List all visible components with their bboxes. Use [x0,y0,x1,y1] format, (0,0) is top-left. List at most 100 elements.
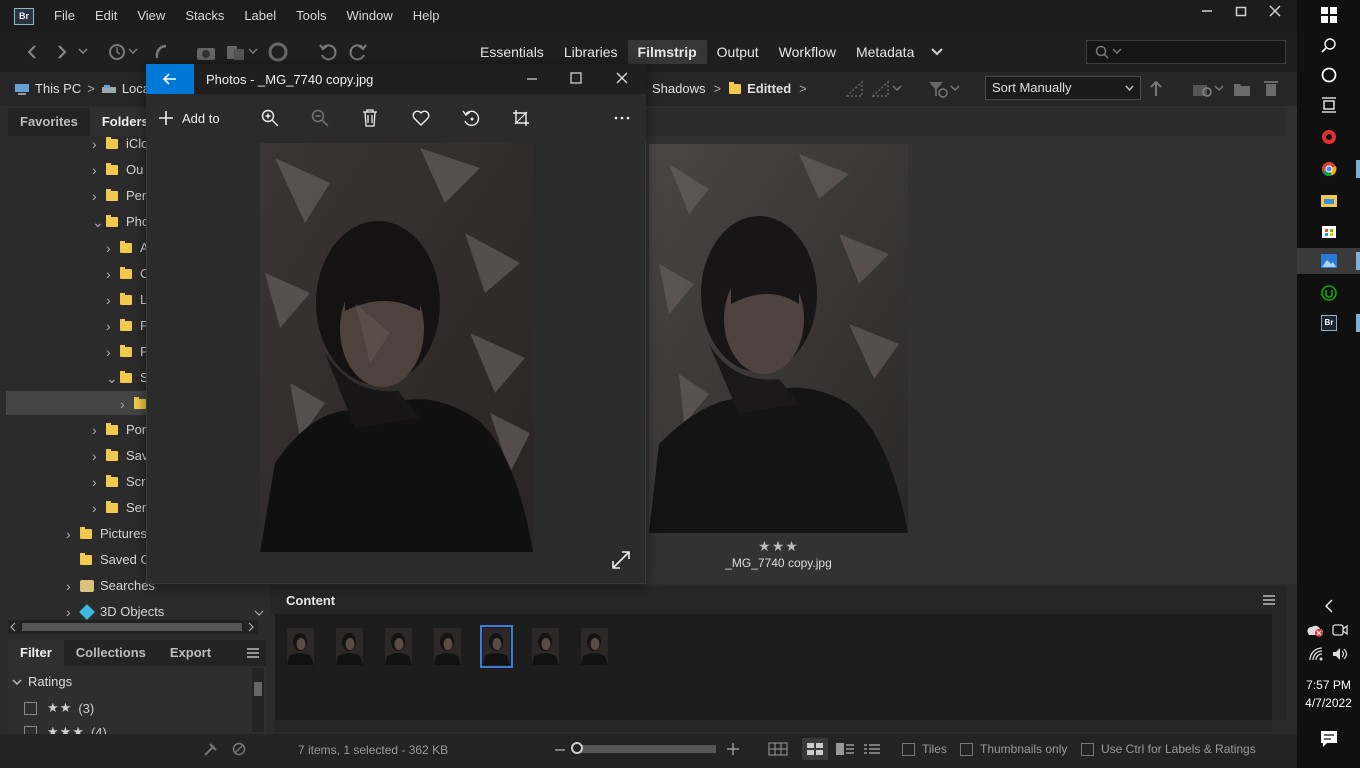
show-hidden-icons-button[interactable] [1319,596,1339,616]
taskbar-chrome[interactable] [1319,159,1339,179]
pin-icon[interactable] [202,742,218,758]
tab-filter[interactable]: Filter [8,639,64,667]
workspace-essentials[interactable]: Essentials [470,40,554,64]
chevron-right-icon[interactable]: › [92,157,102,183]
search-taskbar-button[interactable] [1319,35,1339,55]
preview-rating-stars[interactable]: ★★★ [649,538,908,555]
folder-tree-item[interactable]: Saved G [66,547,151,573]
more-workspaces-chevron-icon[interactable] [930,47,944,57]
chevron-down-icon[interactable] [248,48,258,56]
chevron-down-icon[interactable] [1214,85,1224,93]
chevron-right-icon[interactable]: › [66,521,76,547]
chevron-down-icon[interactable] [950,85,960,93]
add-to-button[interactable]: Add to [158,110,220,126]
close-button[interactable] [1258,0,1292,22]
folder-tree-item[interactable]: › L [106,287,147,313]
thumbnail[interactable] [287,628,314,665]
taskbar-store[interactable] [1319,221,1339,241]
more-options-button[interactable] [612,108,632,128]
scroll-left-icon[interactable] [8,622,18,632]
folder-tree-item[interactable]: › Ou [92,157,143,183]
tab-favorites[interactable]: Favorites [8,108,90,136]
minimize-icon[interactable] [526,73,538,85]
taskbar-photos[interactable] [1319,251,1339,271]
rating-3-checkbox[interactable] [24,725,37,734]
clock-time[interactable]: 7:57 PM [1297,678,1360,692]
chevron-down-icon[interactable] [892,85,902,93]
slider-handle[interactable] [571,742,583,754]
minimize-button[interactable] [1190,0,1224,22]
preview-quality-icon[interactable] [872,80,890,98]
thumbnail[interactable] [434,628,461,665]
fullscreen-icon[interactable] [611,550,631,570]
sort-ascending-icon[interactable] [1148,80,1164,98]
menu-file[interactable]: File [44,0,85,32]
folder-tree-item[interactable]: › Por [92,417,146,443]
rotate-left-icon[interactable] [318,43,338,61]
workspace-workflow[interactable]: Workflow [769,40,846,64]
crop-button[interactable] [511,108,531,128]
back-arrow-icon[interactable] [24,44,40,60]
folder-tree-item[interactable]: › F [106,313,148,339]
rating-2-checkbox[interactable] [24,701,37,715]
content-scrollbar[interactable] [1272,614,1287,720]
chevron-right-icon[interactable]: › [106,339,116,365]
thumbnail[interactable] [336,628,363,665]
folder-tree-item[interactable]: › P [106,339,149,365]
chevron-right-icon[interactable]: › [92,417,102,443]
chevron-right-icon[interactable]: › [106,235,116,261]
details-view-icon[interactable] [836,743,854,755]
chevron-right-icon[interactable]: › [92,495,102,521]
chevron-down-icon[interactable] [128,48,138,56]
thumbnail[interactable] [581,628,608,665]
wifi-icon[interactable] [1308,646,1324,662]
close-icon[interactable] [616,72,628,84]
taskbar-bridge[interactable]: Br [1319,313,1339,333]
taskbar-upwork[interactable] [1319,283,1339,303]
delete-icon[interactable] [1263,79,1279,97]
menu-view[interactable]: View [127,0,175,32]
chevron-down-icon[interactable]: ⌄ [106,365,118,391]
chevron-right-icon[interactable]: › [66,573,76,599]
menu-label[interactable]: Label [234,0,286,32]
tab-export[interactable]: Export [158,639,223,667]
horizontal-scrollbar[interactable] [8,620,258,634]
menu-tools[interactable]: Tools [286,0,336,32]
folder-tree-item[interactable]: › Sav [92,443,148,469]
menu-edit[interactable]: Edit [85,0,127,32]
folder-tree-item[interactable]: ⌄ Pho [92,209,149,235]
maximize-icon[interactable] [570,72,582,84]
cortana-button[interactable] [1319,65,1339,85]
breadcrumb-edited[interactable]: Editted [747,81,791,96]
return-icon[interactable] [152,43,170,61]
forward-arrow-icon[interactable] [54,44,70,60]
folder-tree-item[interactable]: › Searches [66,573,155,599]
menu-help[interactable]: Help [403,0,450,32]
folder-tree-item[interactable]: › Scr [92,469,146,495]
delete-button[interactable] [360,108,380,128]
sort-dropdown[interactable]: Sort Manually [985,76,1141,100]
zoom-out-button[interactable] [310,108,330,128]
chevron-right-icon[interactable]: › [120,391,130,417]
folder-tree-item[interactable]: › C [106,261,149,287]
scroll-down-icon[interactable] [254,610,264,618]
ctrl-labels-checkbox[interactable] [1081,742,1094,756]
breadcrumb-this-pc[interactable]: This PC [35,81,81,96]
zoom-out-icon[interactable] [554,744,566,756]
volume-icon[interactable] [1332,646,1348,662]
chevron-right-icon[interactable]: › [106,287,116,313]
list-view-icon[interactable] [864,743,880,755]
thumbnail-selected[interactable] [480,625,513,668]
chevron-down-icon[interactable]: ⌄ [92,209,104,235]
filter-scrollbar[interactable] [252,668,264,732]
filter-icon[interactable] [928,80,948,98]
rotate-right-icon[interactable] [348,43,368,61]
folder-tree-item[interactable]: › Ser [92,495,146,521]
workspace-filmstrip[interactable]: Filmstrip [627,40,707,64]
zoom-in-button[interactable] [260,108,280,128]
restore-button[interactable] [1224,0,1258,22]
scrollbar-thumb[interactable] [22,623,242,631]
menu-stacks[interactable]: Stacks [175,0,234,32]
onedrive-error-icon[interactable] [1306,622,1324,638]
thumbnail-size-slider[interactable] [576,745,716,753]
